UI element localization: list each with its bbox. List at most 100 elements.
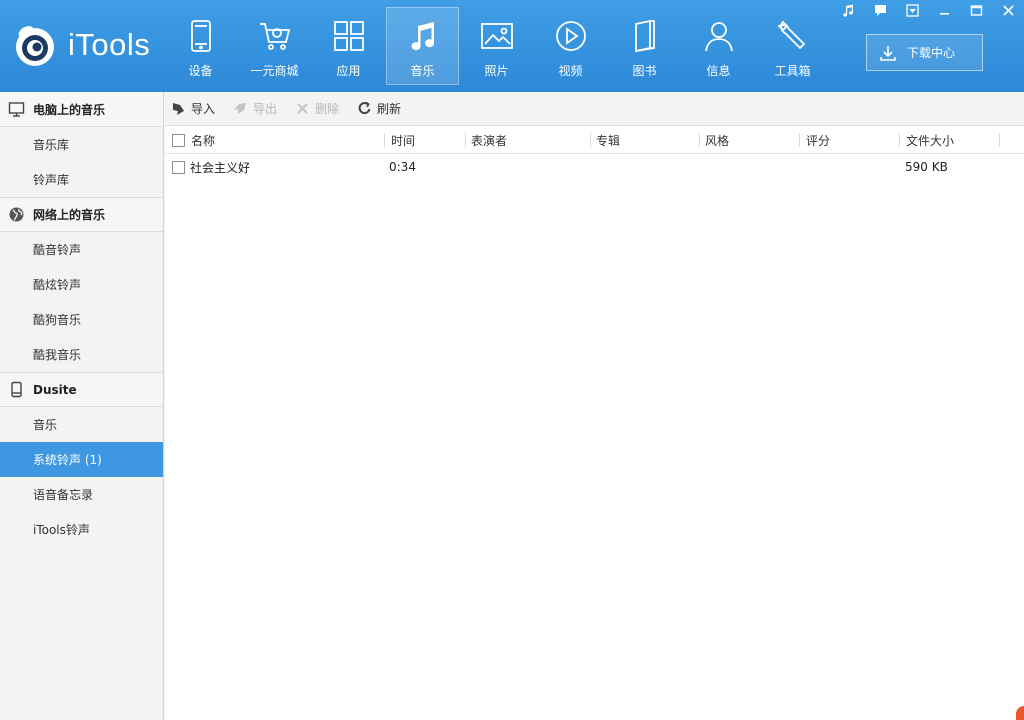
main-nav: 设备 一元商城 应用 音乐 照片 视频 图书 信息 工具箱 <box>164 7 830 85</box>
download-icon <box>880 45 896 61</box>
device-icon <box>11 381 22 398</box>
sidebar-item-itools-ringtones[interactable]: iTools铃声 <box>0 512 163 547</box>
nav-tools[interactable]: 工具箱 <box>756 7 829 85</box>
nav-books-label: 图书 <box>632 64 657 78</box>
delete-label: 删除 <box>315 102 340 116</box>
corner-badge <box>1016 706 1024 720</box>
refresh-label: 刷新 <box>377 102 402 116</box>
column-header-album[interactable]: 专辑 <box>596 126 620 154</box>
window-controls <box>832 0 1024 20</box>
column-header-name[interactable]: 名称 <box>191 126 215 154</box>
sidebar-item-music-library[interactable]: 音乐库 <box>0 127 163 162</box>
sidebar-item-system-ringtones[interactable]: 系统铃声 (1) <box>0 442 163 477</box>
person-icon <box>704 22 733 52</box>
nav-music[interactable]: 音乐 <box>386 7 459 85</box>
nav-tools-label: 工具箱 <box>774 64 811 78</box>
export-button[interactable]: 导出 <box>233 100 277 117</box>
nav-shop[interactable]: 一元商城 <box>238 7 311 85</box>
nav-device-label: 设备 <box>188 64 213 78</box>
sidebar-group-label: Dusite <box>33 382 77 397</box>
sidebar-group-online-music[interactable]: 网络上的音乐 <box>0 197 163 232</box>
import-arrow-icon <box>173 103 184 115</box>
column-divider[interactable] <box>465 133 466 147</box>
cell-name: 社会主义好 <box>190 160 251 175</box>
download-center-button[interactable]: 下载中心 <box>866 34 983 71</box>
delete-button[interactable]: 删除 <box>295 100 339 117</box>
toolbar: 导入 导出 删除 刷新 <box>165 92 1024 126</box>
select-all-checkbox[interactable] <box>172 133 185 147</box>
menu-dropdown-icon <box>905 3 919 17</box>
nav-video[interactable]: 视频 <box>534 7 607 85</box>
chat-bubble-icon <box>874 4 886 16</box>
phone-icon <box>190 20 211 52</box>
menu-button[interactable] <box>896 0 928 20</box>
main-panel: 导入 导出 删除 刷新 名称 时间 表演者 专辑 风格 评分 文件大小 社会主义… <box>165 92 1024 720</box>
sidebar-item-kuxuan[interactable]: 酷炫铃声 <box>0 267 163 302</box>
column-divider[interactable] <box>590 133 591 147</box>
sidebar-item-ringtone-library[interactable]: 铃声库 <box>0 162 163 197</box>
column-header-size[interactable]: 文件大小 <box>906 126 954 154</box>
nav-messages[interactable]: 信息 <box>682 7 755 85</box>
minimize-icon <box>939 12 949 15</box>
sidebar-item-kuwo[interactable]: 酷我音乐 <box>0 337 163 372</box>
music-note-icon <box>411 22 434 51</box>
feedback-button[interactable] <box>864 0 896 20</box>
nav-photos[interactable]: 照片 <box>460 7 533 85</box>
import-button[interactable]: 导入 <box>171 100 215 117</box>
table-row[interactable]: 社会主义好 0:34 590 KB <box>165 154 1024 180</box>
nav-music-label: 音乐 <box>410 64 435 78</box>
music-mini-button[interactable] <box>832 0 864 20</box>
export-arrow-icon <box>234 103 247 114</box>
nav-photos-label: 照片 <box>484 64 509 78</box>
refresh-icon <box>358 101 371 115</box>
cart-icon <box>259 23 290 50</box>
nav-device[interactable]: 设备 <box>164 7 237 85</box>
nav-messages-label: 信息 <box>706 64 731 78</box>
nav-apps-label: 应用 <box>336 64 361 78</box>
sidebar-item-device-music[interactable]: 音乐 <box>0 407 163 442</box>
app-name: iTools <box>68 27 151 62</box>
apps-grid-icon <box>333 21 364 51</box>
close-button[interactable] <box>992 0 1024 20</box>
sidebar-item-kuyin[interactable]: 酷音铃声 <box>0 232 163 267</box>
minimize-button[interactable] <box>928 0 960 20</box>
sidebar-item-voice-memos[interactable]: 语音备忘录 <box>0 477 163 512</box>
nav-video-label: 视频 <box>558 64 583 78</box>
app-logo: iTools <box>12 22 150 68</box>
sidebar-group-pc-music[interactable]: 电脑上的音乐 <box>0 92 163 127</box>
refresh-button[interactable]: 刷新 <box>357 100 401 117</box>
sidebar-item-kugou[interactable]: 酷狗音乐 <box>0 302 163 337</box>
sidebar-group-label: 网络上的音乐 <box>33 208 106 222</box>
column-divider[interactable] <box>699 133 700 147</box>
column-header-time[interactable]: 时间 <box>391 126 415 154</box>
maximize-icon <box>970 4 982 16</box>
table-header: 名称 时间 表演者 专辑 风格 评分 文件大小 <box>165 126 1024 154</box>
itools-logo-icon <box>16 26 54 66</box>
row-checkbox[interactable] <box>172 160 185 174</box>
column-divider[interactable] <box>384 133 385 147</box>
sidebar-group-device[interactable]: Dusite <box>0 372 163 407</box>
sidebar: 电脑上的音乐 音乐库 铃声库 网络上的音乐 酷音铃声 酷炫铃声 酷狗音乐 酷我音… <box>0 92 164 720</box>
column-divider[interactable] <box>799 133 800 147</box>
import-label: 导入 <box>191 102 216 116</box>
column-divider[interactable] <box>999 133 1000 147</box>
maximize-button[interactable] <box>960 0 992 20</box>
cell-time: 0:34 <box>389 160 416 174</box>
photo-icon <box>480 23 513 49</box>
book-icon <box>634 19 655 53</box>
globe-icon <box>9 207 24 222</box>
sidebar-group-label: 电脑上的音乐 <box>33 102 106 117</box>
delete-x-icon <box>297 103 308 114</box>
column-header-artist[interactable]: 表演者 <box>471 126 507 154</box>
monitor-icon <box>8 101 25 117</box>
music-note-small-icon <box>842 4 853 17</box>
nav-books[interactable]: 图书 <box>608 7 681 85</box>
column-header-genre[interactable]: 风格 <box>705 126 729 154</box>
play-icon <box>555 21 586 51</box>
nav-apps[interactable]: 应用 <box>312 7 385 85</box>
wrench-icon <box>777 20 805 50</box>
download-center-label: 下载中心 <box>907 46 956 60</box>
row-checkbox-cell <box>172 154 185 180</box>
column-header-rating[interactable]: 评分 <box>806 126 830 154</box>
column-divider[interactable] <box>899 133 900 147</box>
